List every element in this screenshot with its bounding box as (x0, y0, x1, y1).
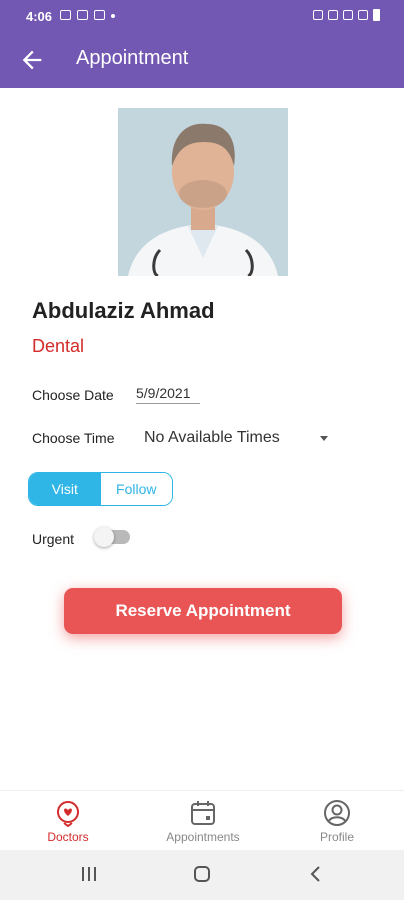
status-time: 4:06 (26, 9, 53, 24)
battery-icon (373, 9, 380, 21)
nav-doctors[interactable]: Doctors (40, 799, 96, 844)
doctor-specialty: Dental (32, 336, 85, 356)
app-bar: Appointment (0, 32, 404, 88)
status-notification-icons (60, 10, 115, 20)
page-title: Appointment (76, 47, 189, 69)
urgent-label: Urgent (32, 531, 75, 547)
time-dropdown[interactable]: No Available Times (144, 427, 332, 449)
recent-apps-icon (82, 867, 96, 881)
user-circle-icon (324, 800, 350, 826)
key-icon (313, 10, 323, 20)
recent-apps-button[interactable] (80, 864, 98, 889)
signal-icon (358, 10, 368, 20)
status-system-icons (313, 9, 380, 21)
visit-option[interactable]: Visit (29, 473, 101, 505)
system-nav-bar (0, 850, 404, 900)
nav-profile[interactable]: Profile (314, 799, 360, 844)
heart-pin-icon (57, 801, 79, 827)
switch-knob (94, 527, 114, 547)
sim-icon (328, 10, 338, 20)
image-icon (60, 10, 71, 20)
nav-appointments[interactable]: Appointments (158, 799, 248, 844)
dot-icon (111, 14, 115, 18)
doctor-portrait-image (118, 108, 288, 276)
back-button[interactable] (18, 46, 46, 74)
status-bar: 4:06 (0, 0, 404, 32)
home-icon (194, 866, 210, 882)
chat-icon (94, 10, 105, 20)
bottom-nav: Doctors Appointments Profile (0, 790, 404, 850)
system-back-button[interactable] (307, 864, 325, 889)
nav-appointments-label: Appointments (166, 830, 240, 844)
alarm-icon (343, 10, 353, 20)
appointment-type-toggle: Visit Follow (28, 472, 173, 506)
urgent-switch[interactable] (94, 527, 130, 547)
reserve-appointment-button[interactable]: Reserve Appointment (64, 588, 342, 634)
calendar-icon (191, 801, 215, 825)
choose-date-label: Choose Date (32, 387, 114, 403)
chevron-down-icon (320, 435, 328, 441)
chevron-left-icon (310, 866, 320, 882)
nav-profile-label: Profile (319, 830, 354, 844)
time-dropdown-value: No Available Times (144, 429, 280, 446)
date-field[interactable]: 5/9/2021 (136, 385, 200, 404)
follow-option[interactable]: Follow (100, 473, 172, 505)
doctor-name: Abdulaziz Ahmad (32, 298, 215, 323)
doctor-photo (118, 108, 288, 276)
arrow-left-icon (22, 50, 42, 70)
message-icon (77, 10, 88, 20)
home-button[interactable] (193, 864, 211, 889)
nav-doctors-label: Doctors (47, 830, 89, 844)
choose-time-label: Choose Time (32, 430, 115, 446)
